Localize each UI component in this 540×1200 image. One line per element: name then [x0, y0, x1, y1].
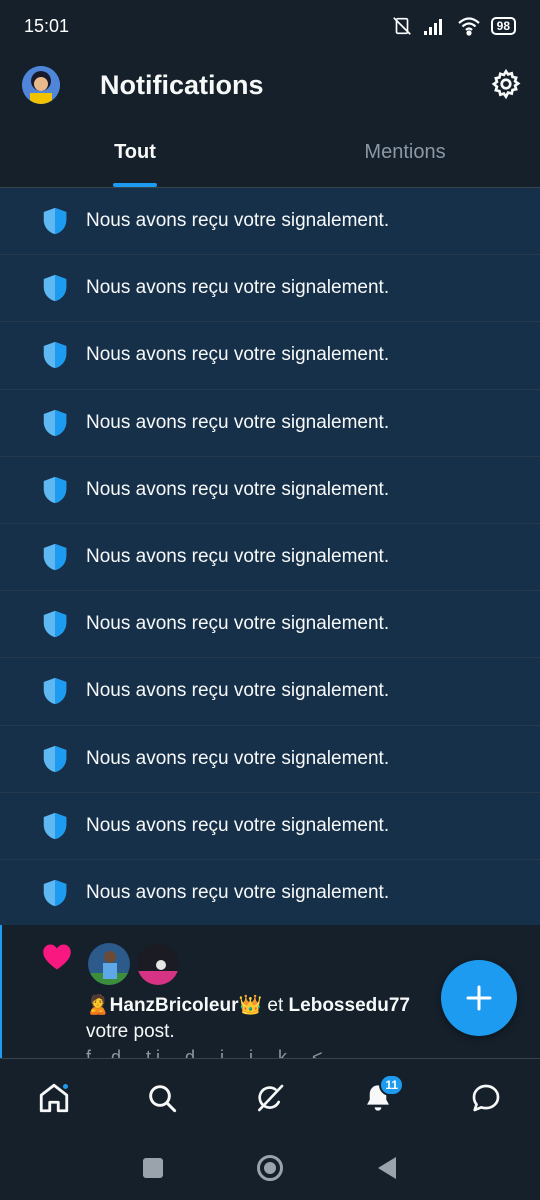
notification-list: Nous avons reçu votre signalement. Nous … — [0, 188, 540, 928]
nav-search[interactable] — [132, 1068, 192, 1128]
system-nav-bar — [0, 1136, 540, 1200]
shield-icon — [43, 342, 67, 369]
notification-text: Nous avons reçu votre signalement. — [86, 814, 390, 836]
nav-notifications[interactable]: 11 — [348, 1068, 408, 1128]
vibrate-off-icon — [392, 17, 411, 35]
tab-all[interactable]: Tout — [0, 118, 270, 187]
search-icon — [149, 1084, 177, 1112]
like-user-1[interactable]: 🙎HanzBricoleur👑 — [86, 995, 262, 1016]
notification-row[interactable]: Nous avons reçu votre signalement. — [0, 389, 540, 457]
shield-icon — [43, 543, 67, 571]
notification-row[interactable]: Nous avons reçu votre signalement. — [0, 859, 540, 928]
back-icon[interactable] — [376, 1156, 398, 1180]
notification-row[interactable]: Nous avons reçu votre signalement. — [0, 188, 540, 256]
bottom-nav: 11 — [0, 1058, 540, 1136]
nav-home[interactable] — [24, 1068, 84, 1128]
messages-icon — [472, 1084, 500, 1111]
notification-row[interactable]: Nous avons reçu votre signalement. — [0, 456, 540, 524]
shield-icon — [43, 409, 67, 436]
notification-text: Nous avons reçu votre signalement. — [86, 210, 390, 232]
status-bar: 15:01 98 — [0, 0, 540, 52]
notification-text: Nous avons reçu votre signalement. — [86, 277, 390, 299]
notification-row[interactable]: Nous avons reçu votre signalement. — [0, 523, 540, 592]
tab-bar: Tout Mentions — [0, 118, 540, 188]
notification-text: Nous avons reçu votre signalement. — [86, 411, 390, 433]
status-time: 15:01 — [24, 15, 70, 36]
shield-icon — [43, 812, 67, 839]
signal-icon — [423, 19, 442, 35]
recents-icon[interactable] — [142, 1157, 164, 1179]
like-action-line: votre post. — [86, 1021, 175, 1042]
notification-row[interactable]: Nous avons reçu votre signalement. — [0, 725, 540, 793]
shield-icon — [43, 745, 67, 772]
notification-text: Nous avons reçu votre signalement. — [86, 546, 390, 568]
notification-text: Nous avons reçu votre signalement. — [86, 478, 390, 500]
shield-icon — [43, 275, 67, 302]
tab-mentions[interactable]: Mentions — [270, 118, 540, 187]
notification-text: Nous avons reçu votre signalement. — [86, 881, 390, 903]
notification-row[interactable]: Nous avons reçu votre signalement. — [0, 255, 540, 323]
like-conjunction: et — [267, 995, 284, 1016]
nav-messages[interactable] — [456, 1068, 516, 1128]
compose-button[interactable] — [441, 960, 517, 1036]
shield-icon — [43, 678, 67, 705]
unread-dot — [61, 1081, 70, 1091]
status-icons: 98 — [391, 15, 516, 37]
heart-icon — [43, 944, 71, 970]
tab-all-label: Tout — [114, 141, 156, 163]
plus-icon — [466, 985, 492, 1011]
gear-icon[interactable] — [490, 68, 522, 100]
nav-grok[interactable] — [240, 1068, 300, 1128]
notification-text: Nous avons reçu votre signalement. — [86, 344, 390, 366]
user-avatar[interactable] — [135, 941, 181, 987]
top-bar: Notifications — [0, 52, 540, 118]
notification-row[interactable]: Nous avons reçu votre signalement. — [0, 792, 540, 860]
page-title: Notifications — [100, 70, 264, 100]
shield-icon — [43, 207, 67, 235]
battery-indicator: 98 — [490, 17, 516, 35]
like-user-2[interactable]: Lebossedu77 — [289, 995, 410, 1016]
tab-active-indicator — [113, 183, 157, 187]
profile-avatar[interactable] — [22, 66, 60, 104]
notification-row[interactable]: Nous avons reçu votre signalement. — [0, 322, 540, 390]
notification-row[interactable]: Nous avons reçu votre signalement. — [0, 591, 540, 659]
user-avatar[interactable] — [86, 941, 132, 987]
notification-text: Nous avons reçu votre signalement. — [86, 680, 390, 702]
notification-row[interactable]: Nous avons reçu votre signalement. — [0, 658, 540, 726]
shield-icon — [43, 476, 67, 503]
shield-icon — [43, 611, 67, 638]
notification-text: Nous avons reçu votre signalement. — [86, 613, 390, 635]
home-circle-icon[interactable] — [256, 1154, 284, 1182]
notification-count-badge: 11 — [379, 1073, 404, 1096]
notification-text: Nous avons reçu votre signalement. — [86, 747, 390, 769]
screen: 15:01 98 Notifications Tout Mentions Nou… — [0, 0, 540, 1200]
tab-mentions-label: Mentions — [364, 141, 446, 163]
grok-icon — [258, 1084, 284, 1111]
shield-icon — [43, 879, 67, 907]
wifi-icon — [457, 17, 480, 36]
